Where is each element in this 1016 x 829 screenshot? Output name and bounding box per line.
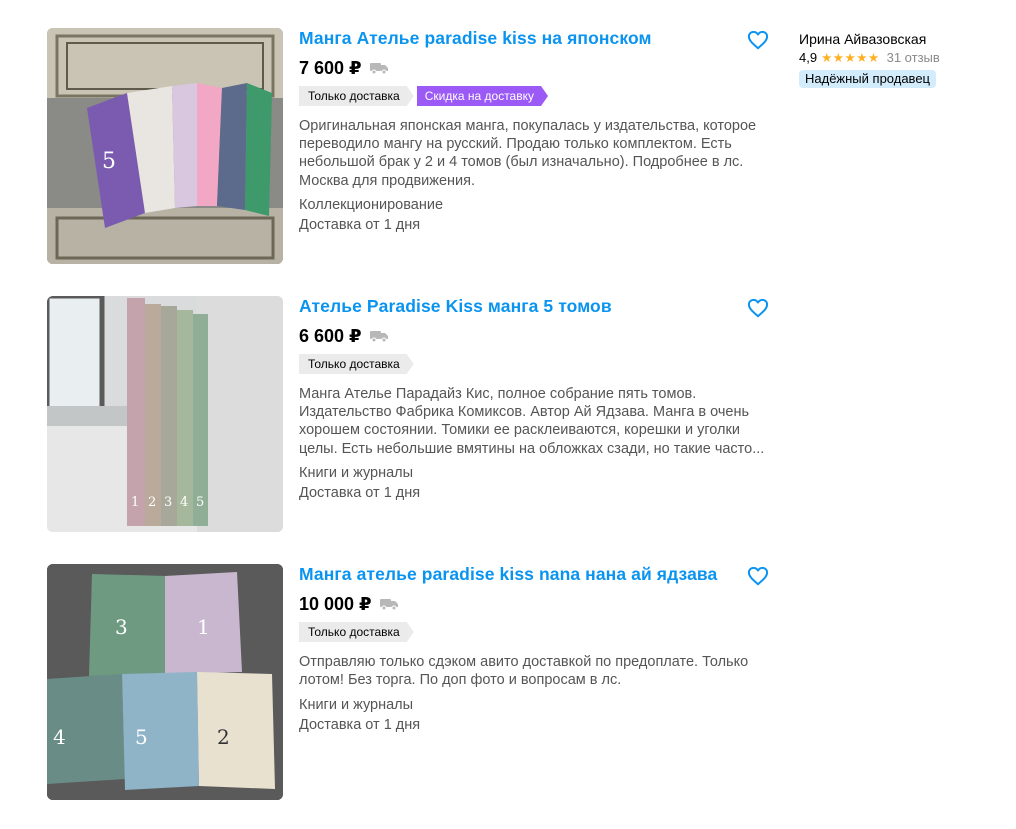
listing-title[interactable]: Ателье Paradise Kiss манга 5 томов bbox=[299, 296, 612, 317]
tag-delivery-only: Только доставка bbox=[299, 622, 414, 642]
heart-icon[interactable] bbox=[747, 30, 769, 50]
manga-photo-image: 3 1 4 5 2 bbox=[47, 564, 283, 800]
svg-text:2: 2 bbox=[217, 725, 230, 749]
listing-description: Манга Ателье Парадайз Кис, полное собран… bbox=[299, 386, 765, 457]
delivery-truck-icon bbox=[369, 331, 388, 342]
tag-list: Только доставка Скидка на доставку bbox=[299, 86, 551, 106]
svg-text:5: 5 bbox=[102, 149, 116, 174]
tag-list: Только доставка bbox=[299, 622, 417, 642]
tag-delivery-only: Только доставка bbox=[299, 354, 414, 374]
listing-description: Оригинальная японская манга, покупалась … bbox=[299, 118, 757, 189]
listing-title[interactable]: Манга ателье paradise kiss nana нана ай … bbox=[299, 564, 717, 585]
price-row: 10 000 ₽ bbox=[299, 592, 398, 616]
tag-delivery-discount: Скидка на доставку bbox=[417, 86, 548, 106]
seller-rating: 4,9 ★★★★★ 31 отзыв bbox=[799, 50, 999, 65]
listing-price: 6 600 ₽ bbox=[299, 325, 362, 346]
delivery-truck-icon bbox=[379, 599, 398, 610]
listing-delivery-time: Доставка от 1 дня bbox=[299, 717, 421, 733]
svg-text:4: 4 bbox=[180, 495, 188, 510]
svg-text:1: 1 bbox=[197, 615, 210, 639]
star-rating-icon: ★★★★★ bbox=[821, 51, 880, 65]
svg-text:5: 5 bbox=[135, 725, 148, 749]
heart-icon[interactable] bbox=[747, 566, 769, 586]
manga-photo-image: 1 2 3 4 5 bbox=[47, 296, 283, 532]
listing-category: Книги и журналы bbox=[299, 465, 414, 481]
heart-icon[interactable] bbox=[747, 298, 769, 318]
svg-text:3: 3 bbox=[115, 615, 128, 639]
listing-description: Отправляю только сдэком авито доставкой … bbox=[299, 654, 749, 689]
listing-price: 7 600 ₽ bbox=[299, 57, 362, 78]
listing-photo[interactable]: 3 1 4 5 2 bbox=[47, 564, 283, 800]
price-row: 6 600 ₽ bbox=[299, 324, 388, 348]
seller-name[interactable]: Ирина Айвазовская bbox=[799, 31, 999, 47]
svg-text:4: 4 bbox=[53, 725, 66, 749]
tag-list: Только доставка bbox=[299, 354, 417, 374]
price-row: 7 600 ₽ bbox=[299, 56, 388, 80]
seller-rating-value: 4,9 bbox=[799, 50, 818, 65]
svg-text:3: 3 bbox=[164, 495, 172, 510]
listing-category: Книги и журналы bbox=[299, 697, 414, 713]
seller-info: Ирина Айвазовская 4,9 ★★★★★ 31 отзыв Над… bbox=[799, 31, 999, 88]
listing-category: Коллекционирование bbox=[299, 197, 444, 213]
listing-title[interactable]: Манга Ателье paradise kiss на японском bbox=[299, 28, 652, 49]
listing-delivery-time: Доставка от 1 дня bbox=[299, 485, 421, 501]
listing-photo[interactable]: 5 bbox=[47, 28, 283, 264]
listing-price: 10 000 ₽ bbox=[299, 593, 372, 614]
svg-text:2: 2 bbox=[148, 495, 156, 510]
trusted-seller-badge: Надёжный продавец bbox=[799, 70, 936, 88]
manga-photo-image: 5 bbox=[47, 28, 283, 264]
listing-delivery-time: Доставка от 1 дня bbox=[299, 217, 421, 233]
svg-text:1: 1 bbox=[131, 495, 139, 510]
delivery-truck-icon bbox=[369, 63, 388, 74]
seller-reviews-link[interactable]: 31 отзыв bbox=[887, 50, 940, 65]
svg-text:5: 5 bbox=[196, 495, 204, 510]
tag-delivery-only: Только доставка bbox=[299, 86, 414, 106]
listing-photo[interactable]: 1 2 3 4 5 bbox=[47, 296, 283, 532]
